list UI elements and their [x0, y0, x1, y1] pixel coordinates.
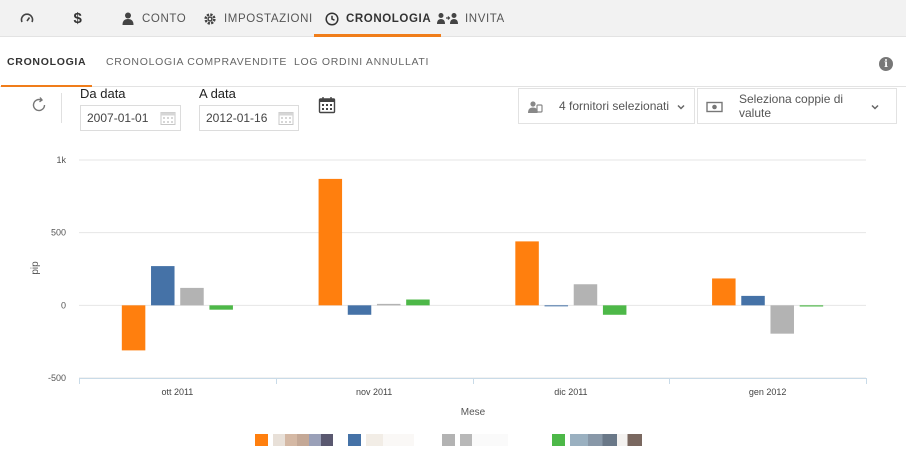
- bar: [544, 305, 569, 307]
- user-icon: [120, 11, 136, 27]
- calendar-icon[interactable]: [160, 110, 176, 126]
- to-date-label: A data: [199, 86, 236, 101]
- legend-obscured-label: [366, 434, 414, 446]
- top-navigation: $ CONTO IMPOSTAZIONI CRONOLOGIA INVITA: [0, 0, 906, 37]
- refresh-icon[interactable]: [30, 96, 48, 114]
- bar: [770, 305, 794, 334]
- legend-swatch: [255, 434, 268, 446]
- nav-invite-label: INVITA: [465, 12, 505, 25]
- calendar-icon[interactable]: [278, 110, 294, 126]
- legend-obscured-label: [570, 434, 642, 446]
- nav-history-label: CRONOLOGIA: [346, 12, 432, 25]
- providers-icon: [527, 99, 543, 115]
- to-date-input[interactable]: 2012-01-16: [199, 105, 299, 131]
- chevron-down-icon: [676, 101, 686, 111]
- tab-cancelled-orders-log[interactable]: LOG ORDINI ANNULLATI: [294, 37, 429, 87]
- tab-history[interactable]: CRONOLOGIA: [0, 37, 93, 87]
- legend-swatch: [442, 434, 455, 446]
- bar: [602, 305, 627, 315]
- nav-money[interactable]: $: [70, 0, 92, 37]
- bar: [376, 303, 401, 306]
- bar: [121, 305, 146, 351]
- y-tick-label: 1k: [56, 155, 66, 165]
- providers-select-text: 4 fornitori selezionati: [559, 99, 670, 113]
- x-tick-label: dic 2011: [554, 387, 587, 397]
- bar: [741, 295, 765, 306]
- y-tick-label: 0: [61, 300, 66, 310]
- bar: [180, 287, 204, 306]
- bar: [347, 305, 372, 315]
- nav-invite[interactable]: INVITA: [437, 0, 505, 37]
- pip-history-chart: -500 0 500 1k ott 2011 nov 2011 dic 2011 gen 20…: [30, 155, 867, 418]
- history-subtabs: CRONOLOGIA CRONOLOGIA COMPRAVENDITE LOG …: [0, 37, 906, 87]
- x-tick-label: gen 2012: [749, 387, 787, 397]
- x-axis-label: Mese: [461, 407, 486, 418]
- legend-swatch: [348, 434, 361, 446]
- y-axis-label: pip: [30, 261, 41, 275]
- info-icon[interactable]: i: [879, 57, 893, 71]
- clock-icon: [324, 11, 340, 27]
- calendar-range-icon[interactable]: [318, 96, 336, 114]
- bar: [209, 305, 233, 310]
- bar: [573, 284, 598, 306]
- nav-settings[interactable]: IMPOSTAZIONI: [202, 0, 313, 37]
- x-tick-label: nov 2011: [356, 387, 392, 397]
- bar: [515, 241, 539, 306]
- nav-dashboard[interactable]: [19, 0, 41, 37]
- invite-users-icon: [437, 11, 459, 27]
- nav-settings-label: IMPOSTAZIONI: [224, 12, 313, 25]
- y-tick-label: 500: [51, 228, 66, 238]
- grid: [79, 159, 866, 379]
- from-date-input[interactable]: 2007-01-01: [80, 105, 181, 131]
- divider: [61, 93, 62, 123]
- bar: [318, 178, 343, 306]
- bar: [406, 299, 430, 306]
- legend-swatch: [552, 434, 565, 446]
- y-tick-label: -500: [48, 373, 66, 383]
- bar: [151, 266, 175, 306]
- from-date-label: Da data: [80, 86, 126, 101]
- chevron-down-icon: [870, 101, 880, 111]
- legend-obscured-label: [460, 434, 508, 446]
- x-tick-label: ott 2011: [161, 387, 193, 397]
- currency-pairs-select[interactable]: Seleziona coppie di valute: [697, 88, 897, 124]
- bars: [121, 178, 824, 351]
- from-date-value: 2007-01-01: [87, 111, 149, 125]
- currency-pairs-select-text: Seleziona coppie di valute: [739, 92, 844, 120]
- tab-trade-history[interactable]: CRONOLOGIA COMPRAVENDITE: [106, 37, 287, 87]
- nav-history[interactable]: CRONOLOGIA: [313, 0, 442, 37]
- providers-select[interactable]: 4 fornitori selezionati: [518, 88, 695, 124]
- bar: [799, 305, 824, 307]
- to-date-value: 2012-01-16: [206, 111, 268, 125]
- legend-obscured-label: [273, 434, 333, 446]
- nav-account-label: CONTO: [142, 12, 187, 25]
- banknote-icon: [706, 99, 723, 115]
- gear-icon: [202, 11, 218, 27]
- speedometer-icon: [19, 11, 35, 27]
- bar: [712, 278, 736, 306]
- nav-account[interactable]: CONTO: [120, 0, 186, 37]
- dollar-icon: $: [73, 10, 83, 27]
